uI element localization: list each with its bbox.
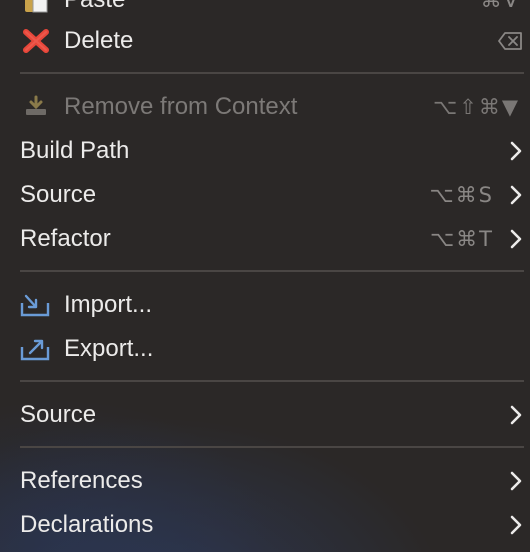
menu-item-remove-from-context: Remove from Context ⌥⇧⌘▼ (0, 85, 530, 129)
delete-key-icon (498, 29, 524, 53)
menu-item-source[interactable]: Source ⌥⌘S (0, 173, 530, 217)
chevron-right-icon (508, 513, 524, 537)
menu-separator (20, 72, 524, 74)
chevron-right-icon (508, 227, 524, 251)
chevron-right-icon (508, 139, 524, 163)
menu-item-label: Export... (64, 335, 154, 362)
menu-item-shortcut: ⌥⌘S (429, 183, 494, 207)
menu-item-build-path[interactable]: Build Path (0, 129, 530, 173)
menu-item-delete[interactable]: Delete (0, 19, 530, 63)
menu-item-export[interactable]: Export... (0, 327, 530, 371)
menu-item-label: Import... (64, 291, 153, 318)
menu-item-source-2[interactable]: Source (0, 393, 530, 437)
menu-item-label: References (20, 467, 143, 494)
menu-item-label: Refactor (20, 225, 111, 252)
menu-separator (20, 270, 524, 272)
import-icon (20, 291, 52, 319)
chevron-right-icon (508, 469, 524, 493)
chevron-right-icon (508, 403, 524, 427)
chevron-right-icon (508, 183, 524, 207)
menu-item-import[interactable]: Import... (0, 283, 530, 327)
red-x-icon (20, 27, 52, 55)
export-icon (20, 335, 52, 363)
clipboard-icon (20, 0, 52, 14)
remove-context-icon (20, 93, 52, 121)
menu-item-shortcut: ⌥⌘T (429, 227, 494, 251)
menu-item-references[interactable]: References (0, 459, 530, 503)
menu-item-shortcut: ⌥⇧⌘▼ (433, 95, 520, 119)
menu-item-label: Declarations (20, 511, 154, 538)
menu-item-label: Source (20, 181, 97, 208)
menu-item-declarations[interactable]: Declarations (0, 503, 530, 547)
context-menu: Paste ⌘V Delete Remove from Context (0, 0, 530, 552)
menu-item-label: Build Path (20, 137, 130, 164)
menu-item-refactor[interactable]: Refactor ⌥⌘T (0, 217, 530, 261)
menu-item-label: Delete (64, 27, 134, 54)
menu-separator (20, 446, 524, 448)
menu-item-label: Remove from Context (64, 93, 298, 120)
menu-item-label: Source (20, 401, 97, 428)
menu-separator (20, 380, 524, 382)
